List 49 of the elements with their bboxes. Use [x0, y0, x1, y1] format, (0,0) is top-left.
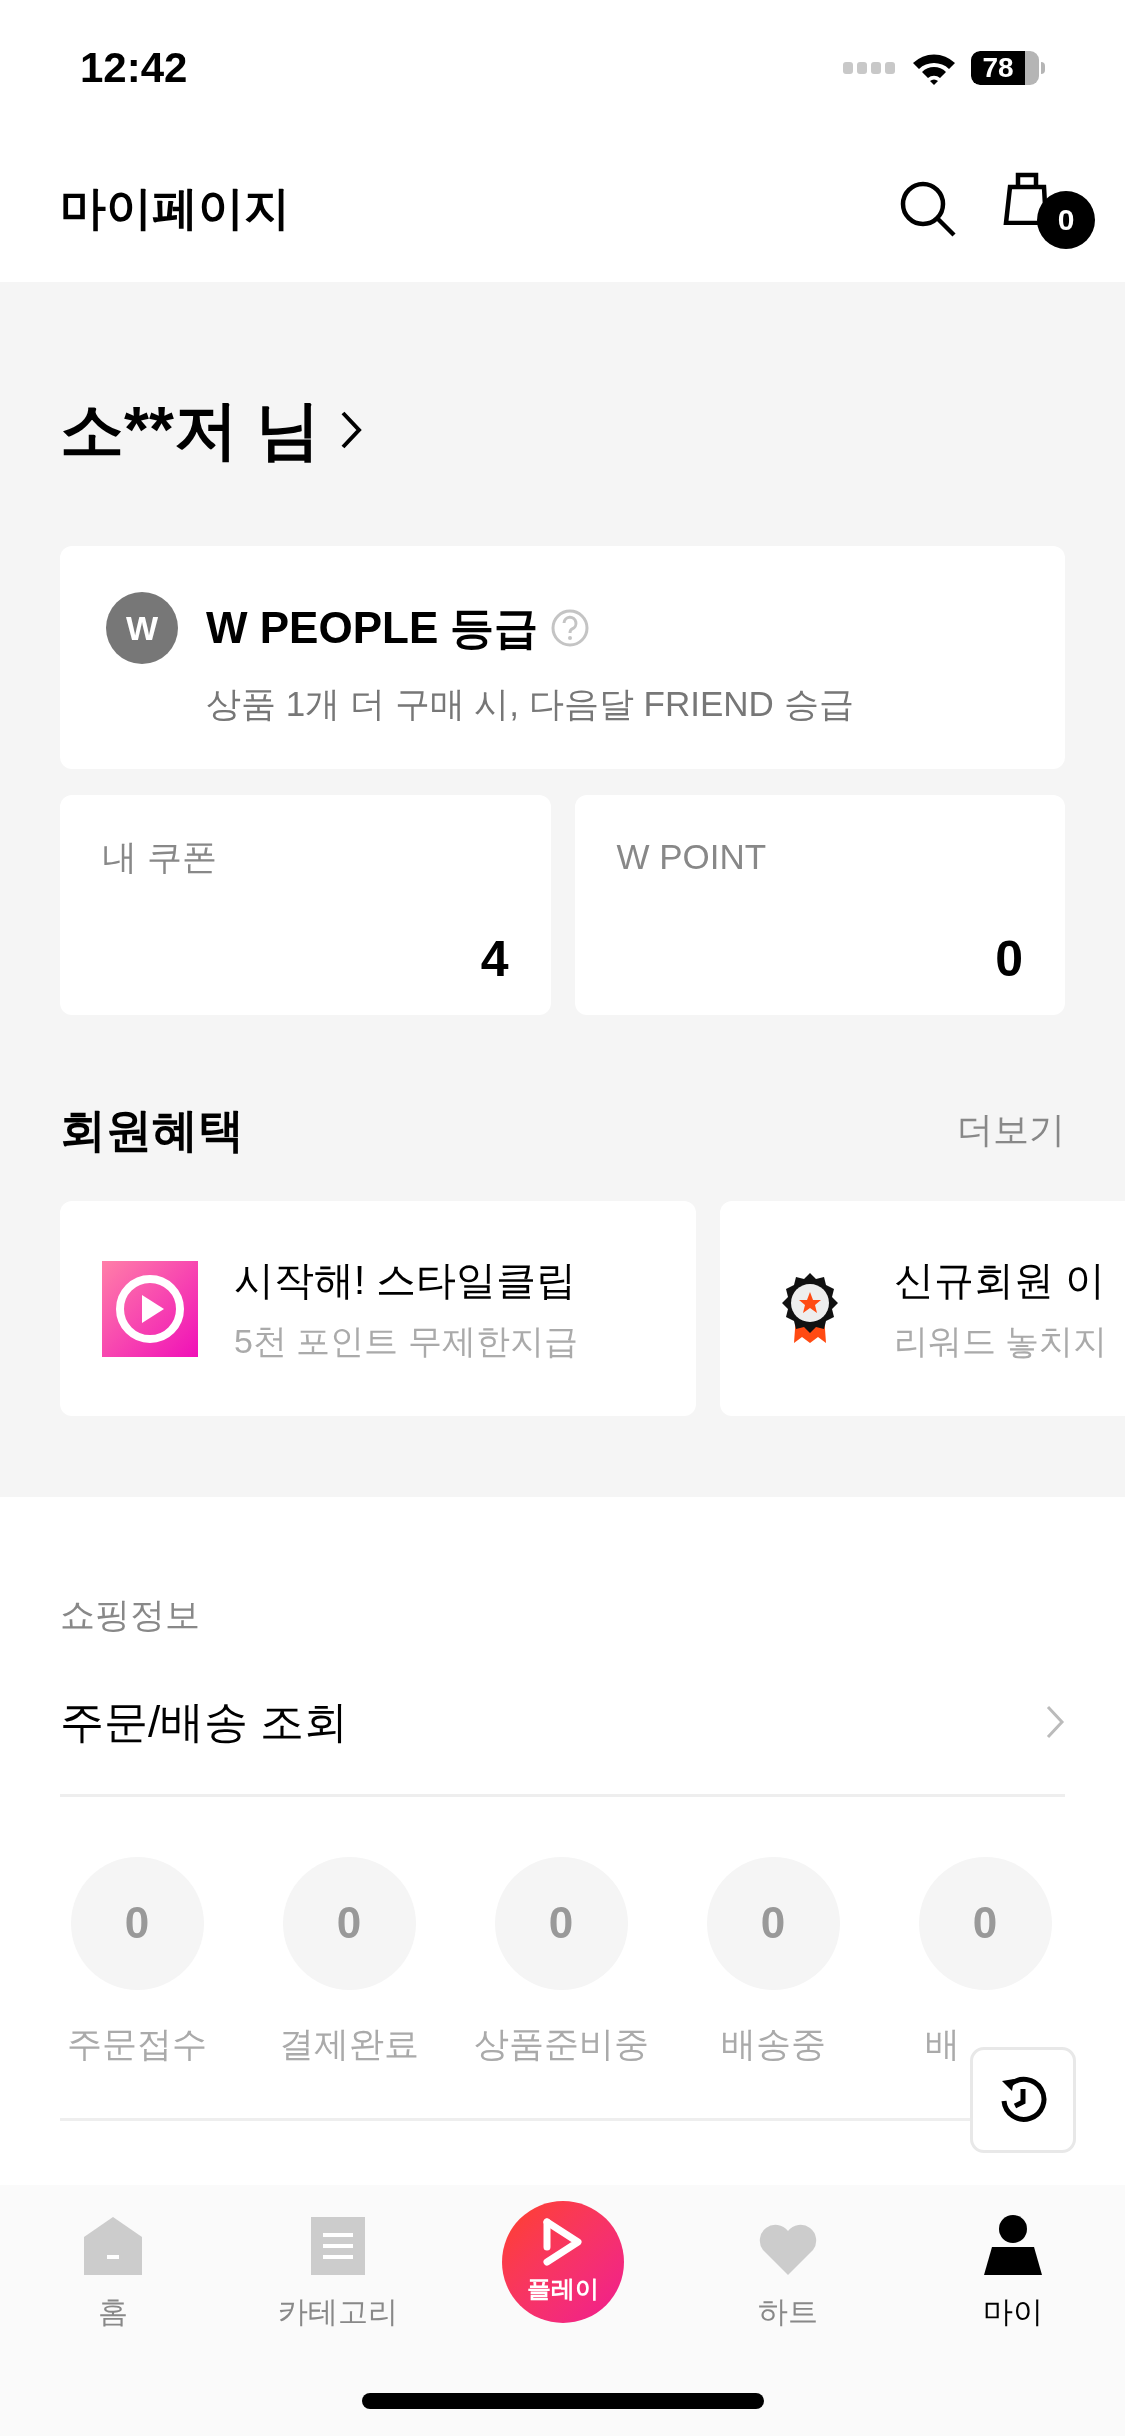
grade-note: 상품 1개 더 구매 시, 다음달 FRIEND 승급	[206, 683, 854, 725]
order-status-label: 배송중	[720, 2022, 826, 2065]
list-icon	[310, 2217, 365, 2275]
order-status-label: 상품준비중	[473, 2022, 649, 2065]
play-tab[interactable]: 플레이	[501, 2201, 624, 2323]
signal-icon	[843, 61, 897, 74]
person-icon	[983, 2215, 1042, 2275]
clock-time: 12:42	[80, 43, 188, 93]
search-icon[interactable]	[899, 179, 957, 238]
order-count[interactable]: 0	[918, 1856, 1052, 1990]
play-icon	[541, 2217, 584, 2267]
benefit-subtitle: 리워드 놓치지	[894, 1321, 1108, 1362]
section-title: 회원혜택	[60, 1102, 244, 1158]
order-status-label: 주문접수	[67, 2022, 207, 2065]
benefit-card[interactable]: 시작해! 스타일클립 5천 포인트 무제한지급	[60, 1201, 696, 1416]
benefit-card[interactable]: 신규회원 이 리워드 놓치지	[720, 1201, 1125, 1416]
order-status-label: 배	[925, 2022, 960, 2065]
order-tracking-row[interactable]: 주문/배송 조회	[60, 1679, 1065, 1764]
tab-item[interactable]: 하트	[697, 2201, 878, 2334]
card-value: 4	[480, 929, 509, 989]
card-value: 0	[995, 929, 1023, 989]
order-count[interactable]: 0	[70, 1856, 204, 1990]
cart-count-badge: 0	[1037, 190, 1095, 249]
play-icon	[102, 1260, 198, 1357]
grade-title: W PEOPLE 등급	[206, 602, 539, 654]
chevron-right-icon	[339, 410, 362, 450]
history-button[interactable]	[970, 2047, 1076, 2153]
tab-item[interactable]: 마이	[922, 2201, 1103, 2334]
profile-link[interactable]: 소**저 님	[60, 382, 362, 478]
tab-item[interactable]: 카테고리	[247, 2201, 428, 2334]
benefit-subtitle: 5천 포인트 무제한지급	[234, 1321, 578, 1362]
order-count[interactable]: 0	[282, 1856, 416, 1990]
more-link[interactable]: 더보기	[957, 1103, 1065, 1157]
order-count[interactable]: 0	[494, 1856, 628, 1990]
heart-icon	[758, 2223, 817, 2275]
grade-avatar: W	[106, 592, 178, 664]
wallet-card[interactable]: 내 쿠폰 4	[60, 795, 551, 1015]
order-status-label: 결제완료	[279, 2022, 419, 2065]
chevron-right-icon	[1045, 1703, 1065, 1740]
home-icon	[83, 2217, 142, 2275]
tab-item[interactable]: 홈	[22, 2201, 203, 2334]
section-label: 쇼핑정보	[60, 1594, 201, 1636]
card-label: W POINT	[616, 836, 768, 878]
card-label: 내 쿠폰	[102, 836, 218, 878]
benefit-title: 시작해! 스타일클립	[234, 1257, 578, 1304]
wallet-card[interactable]: W POINT 0	[574, 795, 1065, 1015]
page-title: 마이페이지	[60, 181, 290, 236]
order-count[interactable]: 0	[706, 1856, 840, 1990]
benefit-title: 신규회원 이	[894, 1257, 1107, 1304]
